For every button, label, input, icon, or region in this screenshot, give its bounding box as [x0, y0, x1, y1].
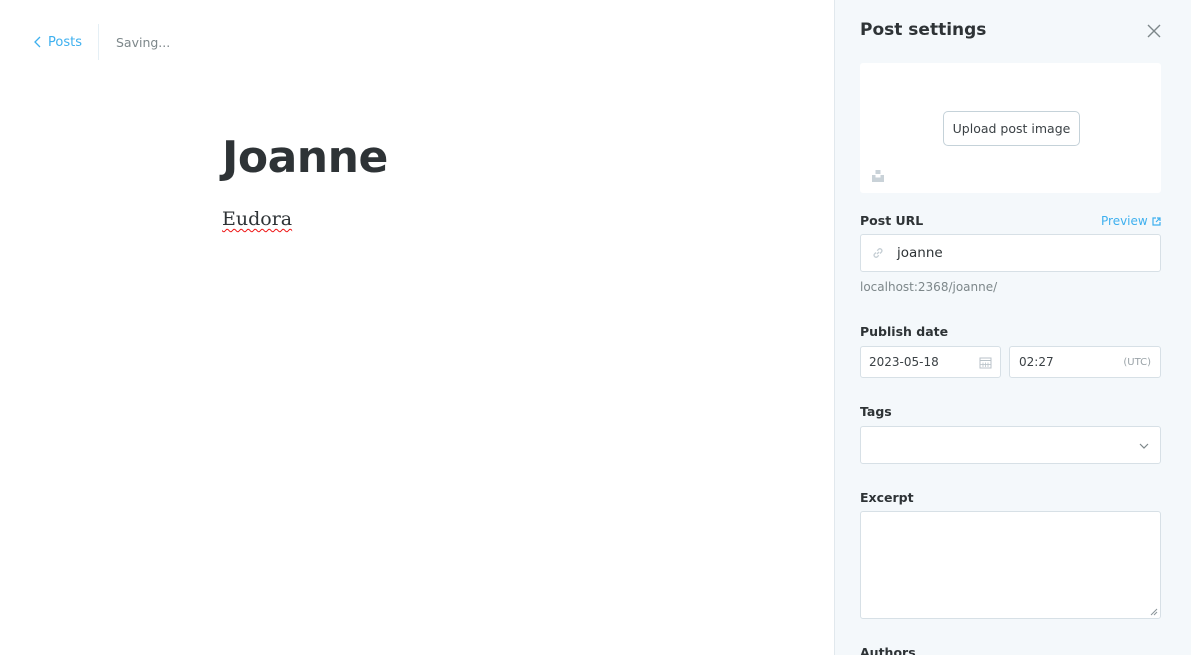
post-body-text: Eudora: [222, 208, 293, 230]
tags-label: Tags: [860, 404, 892, 419]
publish-date-value: 2023-05-18: [869, 355, 939, 369]
calendar-icon[interactable]: [979, 356, 992, 369]
save-status: Saving...: [115, 34, 171, 50]
post-url-input[interactable]: joanne: [860, 234, 1161, 272]
publish-time-value: 02:27: [1019, 355, 1054, 369]
post-url-hint: localhost:2368/joanne/: [860, 280, 998, 294]
back-link-label: Posts: [48, 34, 82, 50]
publish-time-input[interactable]: 02:27 (UTC): [1009, 346, 1161, 378]
upload-post-image-button[interactable]: Upload post image: [943, 111, 1080, 146]
excerpt-textarea[interactable]: [860, 511, 1161, 619]
close-icon[interactable]: [1145, 22, 1163, 40]
chevron-down-icon: [1139, 443, 1149, 449]
external-link-icon: [1152, 216, 1161, 226]
post-settings-panel: Post settings Upload post image Post URL…: [834, 0, 1191, 655]
editor-topbar: Posts Saving...: [33, 24, 170, 60]
publish-date-label: Publish date: [860, 324, 949, 339]
post-body[interactable]: Eudora: [222, 208, 292, 230]
post-title[interactable]: Joanne: [222, 132, 388, 183]
publish-date-input[interactable]: 2023-05-18: [860, 346, 1001, 378]
preview-label: Preview: [1101, 214, 1148, 228]
post-url-label: Post URL: [860, 213, 924, 228]
editor-pane: Posts Saving... Joanne Eudora: [0, 0, 834, 655]
excerpt-label: Excerpt: [860, 490, 914, 505]
unsplash-icon[interactable]: [871, 169, 885, 183]
timezone-label: (UTC): [1123, 356, 1151, 368]
link-icon: [873, 248, 883, 258]
preview-link[interactable]: Preview: [1101, 214, 1161, 228]
tags-input[interactable]: [860, 426, 1161, 464]
authors-label: Authors: [860, 645, 916, 655]
post-url-value: joanne: [897, 245, 943, 261]
back-to-posts-link[interactable]: Posts: [33, 24, 98, 60]
chevron-left-icon: [34, 36, 41, 48]
post-image-area: Upload post image: [860, 63, 1161, 193]
settings-title: Post settings: [860, 20, 987, 40]
resize-grip-icon[interactable]: [1150, 608, 1158, 616]
